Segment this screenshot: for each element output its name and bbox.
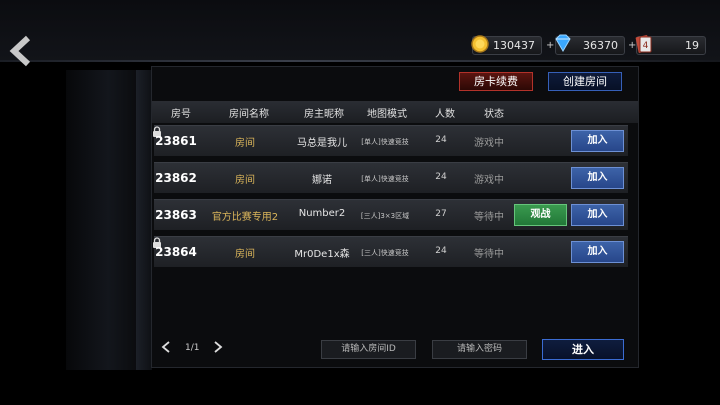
card-icon: 4 xyxy=(634,33,654,59)
table-header: 房号 房间名称 房主昵称 地图模式 人数 状态 xyxy=(152,101,638,123)
next-page-icon[interactable] xyxy=(212,340,224,358)
room-name: 房间 xyxy=(235,138,255,149)
create-room-button[interactable]: 创建房间 xyxy=(548,72,622,91)
column-header-owner: 房主昵称 xyxy=(304,109,344,120)
back-arrow-icon[interactable] xyxy=(6,34,40,68)
map-mode: [单人]快速竞技 xyxy=(361,138,409,146)
room-status: 游戏中 xyxy=(474,138,504,149)
map-mode: [单人]快速竞技 xyxy=(361,175,409,183)
join-button[interactable]: 加入 xyxy=(571,130,624,152)
room-status: 等待中 xyxy=(474,249,504,260)
column-header-status: 状态 xyxy=(484,109,504,120)
player-count: 24 xyxy=(435,172,447,182)
map-mode: [三人]3×3区域 xyxy=(360,212,410,220)
room-name: 房间 xyxy=(235,175,255,186)
background-figure xyxy=(136,70,152,370)
page-indicator: 1/1 xyxy=(185,343,200,353)
column-header-players: 人数 xyxy=(435,109,455,120)
room-name: 房间 xyxy=(235,249,255,260)
room-id: 23863 xyxy=(155,208,197,222)
room-owner: 娜诺 xyxy=(312,175,332,186)
room-owner: Number2 xyxy=(298,208,346,219)
room-owner: Mr0De1x森 xyxy=(294,249,350,260)
player-count: 24 xyxy=(435,135,447,145)
table-row[interactable]: 23862 房间 娜诺 [单人]快速竞技 24 游戏中 加入 xyxy=(154,162,628,193)
top-divider xyxy=(0,60,720,62)
room-id: 23862 xyxy=(155,171,197,185)
room-owner: 马总是我儿 xyxy=(297,138,347,149)
watch-button[interactable]: 观战 xyxy=(514,204,567,226)
room-status: 游戏中 xyxy=(474,175,504,186)
map-mode: [三人]快速竞技 xyxy=(361,249,409,257)
diamond-icon xyxy=(552,33,574,57)
column-header-room-name: 房间名称 xyxy=(229,109,269,120)
table-row[interactable]: 23863 官方比赛专用2 Number2 [三人]3×3区域 27 等待中 观… xyxy=(154,199,628,230)
join-button[interactable]: 加入 xyxy=(571,167,624,189)
room-name: 官方比赛专用2 xyxy=(211,212,279,223)
ticket-value: 19 xyxy=(685,39,699,52)
gold-coin-icon xyxy=(470,33,490,57)
join-button[interactable]: 加入 xyxy=(571,204,624,226)
table-row[interactable]: 23861 房间 马总是我儿 [单人]快速竞技 24 游戏中 加入 xyxy=(153,125,628,156)
background-panel xyxy=(66,70,136,370)
room-id: 23864 xyxy=(155,245,197,259)
join-button[interactable]: 加入 xyxy=(571,241,624,263)
table-row[interactable]: 23864 房间 Mr0De1x森 [三人]快速竞技 24 等待中 加入 xyxy=(153,236,628,267)
password-input[interactable]: 请输入密码 xyxy=(432,340,527,359)
player-count: 24 xyxy=(435,246,447,256)
coin-value: 130437 xyxy=(493,39,535,52)
enter-room-button[interactable]: 进入 xyxy=(542,339,624,360)
prev-page-icon[interactable] xyxy=(160,340,172,358)
room-id-input[interactable]: 请输入房间ID xyxy=(321,340,416,359)
room-status: 等待中 xyxy=(474,212,504,223)
diamond-value: 36370 xyxy=(583,39,618,52)
column-header-map-mode: 地图模式 xyxy=(367,109,407,120)
column-header-room-id: 房号 xyxy=(171,109,191,120)
svg-text:4: 4 xyxy=(643,41,649,51)
room-id: 23861 xyxy=(155,134,197,148)
player-count: 27 xyxy=(435,209,447,219)
renew-room-card-button[interactable]: 房卡续费 xyxy=(459,72,533,91)
